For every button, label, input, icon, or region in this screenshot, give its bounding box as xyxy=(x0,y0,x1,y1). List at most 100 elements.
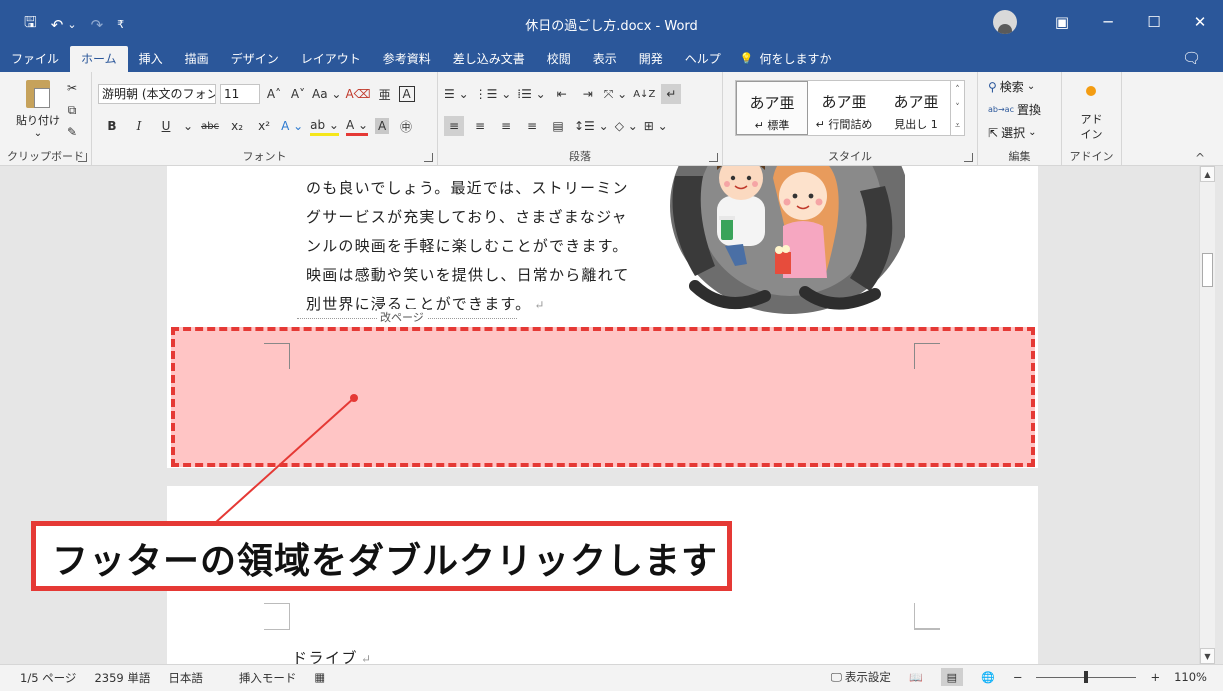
tab-file[interactable]: ファイル xyxy=(0,46,70,72)
font-color-icon[interactable]: A ⌄ xyxy=(345,116,369,136)
tab-draw[interactable]: 描画 xyxy=(174,46,220,72)
collapse-ribbon-icon[interactable]: ^ xyxy=(1195,151,1205,165)
tab-developer[interactable]: 開発 xyxy=(628,46,674,72)
font-name-combo[interactable]: 游明朝 (本文のフォン xyxy=(98,84,216,104)
tab-references[interactable]: 参考資料 xyxy=(372,46,442,72)
borders-icon[interactable]: ⊞ ⌄ xyxy=(644,116,668,136)
maximize-button[interactable]: ☐ xyxy=(1131,0,1177,44)
paste-dropdown-icon[interactable]: ⌄ xyxy=(34,128,42,139)
tab-home[interactable]: ホーム xyxy=(70,46,128,72)
replace-button[interactable]: ab→ac 置換 xyxy=(988,101,1041,118)
page-2-heading[interactable]: ドライブ ↵ xyxy=(292,647,373,664)
display-settings-button[interactable]: 🖵 表示設定 xyxy=(831,669,891,685)
italic-button[interactable]: I xyxy=(129,116,149,136)
character-border-icon[interactable]: A xyxy=(398,86,415,102)
zoom-level[interactable]: 110% xyxy=(1174,670,1207,684)
read-mode-icon[interactable]: 📖 xyxy=(905,668,927,686)
comments-icon[interactable]: 🗨 xyxy=(1182,49,1201,67)
insert-mode[interactable]: 挿入モード xyxy=(239,670,297,686)
scroll-down-icon[interactable]: ▼ xyxy=(1200,648,1215,664)
align-right-icon[interactable]: ≡ xyxy=(496,116,516,136)
page-1-body[interactable]: のも良いでしょう。最近では、ストリーミン グサービスが充実しており、さまざまなジ… xyxy=(306,174,630,320)
tab-insert[interactable]: 挿入 xyxy=(128,46,174,72)
bold-button[interactable]: B xyxy=(102,116,122,136)
zoom-slider-thumb[interactable] xyxy=(1084,671,1089,683)
page-count[interactable]: 1/5 ページ xyxy=(20,670,76,686)
zoom-in-button[interactable]: + xyxy=(1150,670,1160,684)
addins-button[interactable]: アド イン xyxy=(1062,112,1121,142)
underline-dropdown-icon[interactable]: ⌄ xyxy=(183,116,193,136)
save-icon[interactable]: 🖫 xyxy=(24,12,37,37)
enclosed-character-icon[interactable]: ㊥ xyxy=(396,116,416,136)
language-indicator[interactable]: 日本語 xyxy=(168,670,203,686)
styles-launcher-icon[interactable] xyxy=(964,153,973,162)
align-left-icon[interactable]: ≡ xyxy=(444,116,464,136)
vertical-scrollbar[interactable]: ▲ ▼ xyxy=(1199,166,1215,664)
minimize-button[interactable]: ─ xyxy=(1085,0,1131,44)
print-layout-icon[interactable]: ▤ xyxy=(940,668,963,686)
justify-icon[interactable]: ≡ xyxy=(522,116,542,136)
grow-font-icon[interactable]: A˄ xyxy=(264,84,284,104)
underline-button[interactable]: U xyxy=(156,116,176,136)
font-launcher-icon[interactable] xyxy=(424,153,433,162)
asian-layout-icon[interactable]: ⤧ ⌄ xyxy=(604,84,627,104)
highlight-color-icon[interactable]: ab ⌄ xyxy=(310,116,339,136)
tab-layout[interactable]: レイアウト xyxy=(290,46,372,72)
find-button[interactable]: ⚲ 検索 ⌄ xyxy=(988,78,1035,95)
sort-icon[interactable]: A↓Z xyxy=(633,84,655,104)
redo-icon[interactable]: ↷ xyxy=(91,16,104,34)
select-button[interactable]: ⇱ 選択 ⌄ xyxy=(988,124,1036,141)
zoom-out-button[interactable]: − xyxy=(1013,670,1023,684)
tab-view[interactable]: 表示 xyxy=(582,46,628,72)
zoom-slider[interactable] xyxy=(1036,670,1137,684)
numbering-icon[interactable]: ⋮☰ ⌄ xyxy=(475,84,512,104)
tab-design[interactable]: デザイン xyxy=(220,46,290,72)
addins-icon[interactable] xyxy=(1086,86,1096,96)
tab-help[interactable]: ヘルプ xyxy=(674,46,732,72)
scrollbar-thumb[interactable] xyxy=(1202,253,1213,287)
clear-formatting-icon[interactable]: A⌫ xyxy=(345,84,370,104)
styles-scroll-icon[interactable]: ˄ ˅ ⩡ xyxy=(950,81,964,135)
distributed-icon[interactable]: ▤ xyxy=(548,116,568,136)
superscript-button[interactable]: x² xyxy=(254,116,274,136)
change-case-icon[interactable]: Aa ⌄ xyxy=(312,84,341,104)
scroll-up-icon[interactable]: ▲ xyxy=(1200,166,1215,182)
account-avatar-icon[interactable] xyxy=(993,10,1017,34)
format-painter-icon[interactable]: ✎ xyxy=(62,122,82,142)
word-count[interactable]: 2359 単語 xyxy=(94,670,150,686)
undo-dropdown-icon[interactable]: ⌄ xyxy=(67,18,76,31)
shrink-font-icon[interactable]: A˅ xyxy=(288,84,308,104)
footer-area-highlight[interactable] xyxy=(171,327,1035,467)
align-center-icon[interactable]: ≡ xyxy=(470,116,490,136)
line-spacing-icon[interactable]: ↕☰ ⌄ xyxy=(574,116,609,136)
font-size-combo[interactable]: 11 xyxy=(220,84,260,104)
web-layout-icon[interactable]: 🌐 xyxy=(977,668,999,686)
tab-mailings[interactable]: 差し込み文書 xyxy=(442,46,536,72)
close-button[interactable]: ✕ xyxy=(1177,0,1223,44)
macro-recording-icon[interactable]: ▦ xyxy=(314,670,325,686)
increase-indent-icon[interactable]: ⇥ xyxy=(578,84,598,104)
shading-icon[interactable]: ◇ ⌄ xyxy=(615,116,638,136)
clipboard-icon[interactable] xyxy=(26,80,50,108)
movie-couple-illustration[interactable] xyxy=(655,166,905,314)
ribbon-display-options-icon[interactable]: ▣ xyxy=(1039,0,1085,44)
paragraph-launcher-icon[interactable] xyxy=(709,153,718,162)
paste-button[interactable]: 貼り付け xyxy=(16,112,60,128)
undo-icon[interactable]: ↶ xyxy=(51,16,64,34)
decrease-indent-icon[interactable]: ⇤ xyxy=(552,84,572,104)
tell-me-search[interactable]: 💡 何をしますか xyxy=(732,46,840,72)
show-formatting-marks-icon[interactable]: ↵ xyxy=(661,84,682,104)
customize-qat-icon[interactable]: ₹ xyxy=(117,18,124,31)
copy-icon[interactable]: ⧉ xyxy=(62,100,82,120)
cut-icon[interactable]: ✂ xyxy=(62,78,82,98)
strikethrough-button[interactable]: abc xyxy=(200,116,220,136)
character-shading-icon[interactable]: A xyxy=(375,118,390,134)
phonetic-guide-icon[interactable]: 亜 xyxy=(375,84,395,104)
bullets-icon[interactable]: ☰ ⌄ xyxy=(444,84,469,104)
style-no-spacing[interactable]: あア亜 ↵ 行間詰め xyxy=(808,81,880,135)
style-normal[interactable]: あア亜 ↵ 標準 xyxy=(736,81,808,135)
clipboard-launcher-icon[interactable] xyxy=(78,153,87,162)
multilevel-list-icon[interactable]: ⁞☰ ⌄ xyxy=(517,84,545,104)
subscript-button[interactable]: x₂ xyxy=(227,116,247,136)
tab-review[interactable]: 校閲 xyxy=(536,46,582,72)
